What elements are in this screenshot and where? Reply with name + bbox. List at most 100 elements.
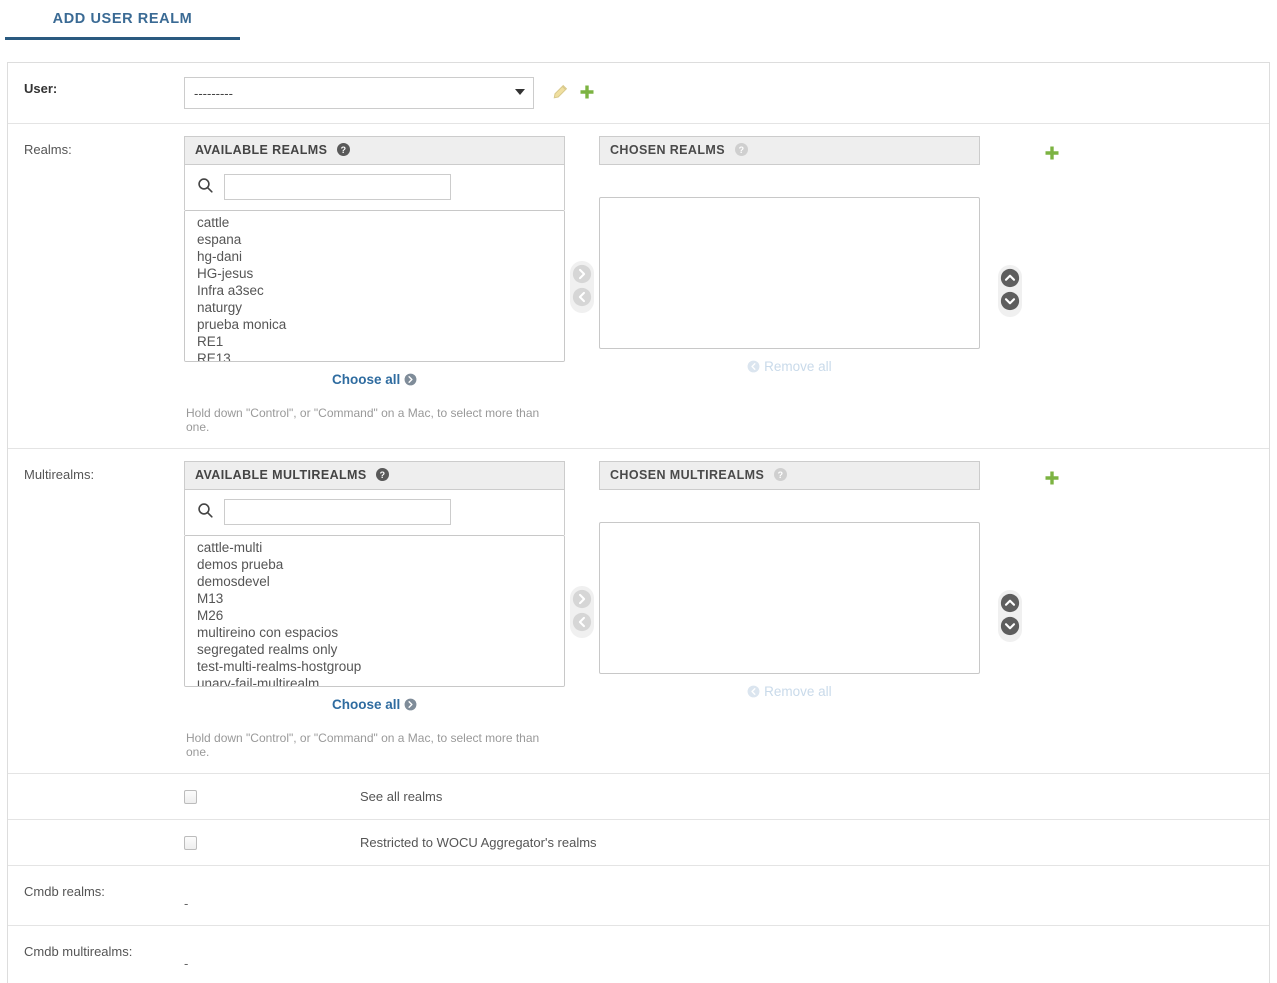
multirealms-transfer-arrows bbox=[565, 461, 599, 638]
svg-text:?: ? bbox=[778, 470, 784, 480]
realms-chooser: AVAILABLE REALMS ? cattle espana bbox=[184, 136, 1269, 434]
list-item[interactable]: M13 bbox=[185, 590, 564, 607]
user-select-wrap: --------- bbox=[184, 77, 534, 109]
realms-available-column: AVAILABLE REALMS ? cattle espana bbox=[184, 136, 565, 434]
realms-sort-arrows bbox=[980, 136, 1040, 317]
multirealms-add-new-column bbox=[1040, 461, 1269, 489]
user-field: --------- bbox=[184, 63, 1269, 123]
form-row-restricted: Restricted to WOCU Aggregator's realms bbox=[8, 820, 1269, 866]
realms-filter-input[interactable] bbox=[224, 174, 451, 200]
user-label: User: bbox=[24, 81, 58, 96]
multirealms-remove-all-wrap: Remove all bbox=[599, 674, 980, 701]
list-item[interactable]: test-multi-realms-hostgroup bbox=[185, 658, 564, 675]
realms-field: AVAILABLE REALMS ? cattle espana bbox=[184, 124, 1269, 448]
move-down-icon[interactable] bbox=[1000, 616, 1020, 639]
svg-text:?: ? bbox=[341, 145, 347, 155]
list-item[interactable]: RE1 bbox=[185, 333, 564, 350]
user-select[interactable]: --------- bbox=[184, 77, 534, 109]
move-up-icon[interactable] bbox=[1000, 593, 1020, 616]
svg-text:?: ? bbox=[738, 145, 744, 155]
realms-remove-all-link[interactable]: Remove all bbox=[747, 359, 832, 374]
list-item[interactable]: Infra a3sec bbox=[185, 282, 564, 299]
list-item[interactable]: demos prueba bbox=[185, 556, 564, 573]
multirealms-available-listbox[interactable]: cattle-multi demos prueba demosdevel M13… bbox=[184, 535, 565, 687]
list-item[interactable]: cattle-multi bbox=[185, 539, 564, 556]
realms-chosen-header: CHOSEN REALMS ? bbox=[599, 136, 980, 165]
list-item[interactable]: multireino con espacios bbox=[185, 624, 564, 641]
list-item[interactable]: demosdevel bbox=[185, 573, 564, 590]
tab-bar: ADD USER REALM bbox=[0, 0, 1277, 41]
form-row-realms: Realms: AVAILABLE REALMS ? Choose all Ho… bbox=[8, 124, 1269, 449]
realms-chosen-title: CHOSEN REALMS bbox=[610, 143, 725, 157]
move-up-icon[interactable] bbox=[1000, 268, 1020, 291]
realms-available-listbox[interactable]: cattle espana hg-dani HG-jesus Infra a3s… bbox=[184, 210, 565, 362]
multirealms-chosen-header: CHOSEN MULTIREALMS ? bbox=[599, 461, 980, 490]
multirealms-chosen-column: CHOSEN MULTIREALMS ? Remove all bbox=[599, 461, 980, 701]
see-all-realms-field: See all realms bbox=[184, 774, 1269, 819]
form-row-see-all-realms: See all realms bbox=[8, 774, 1269, 820]
help-icon[interactable]: ? bbox=[734, 143, 748, 159]
help-icon[interactable]: ? bbox=[376, 468, 390, 484]
restricted-checkbox[interactable] bbox=[184, 835, 197, 850]
move-left-icon[interactable] bbox=[572, 612, 592, 635]
move-left-icon[interactable] bbox=[572, 287, 592, 310]
help-icon[interactable]: ? bbox=[337, 143, 351, 159]
restricted-empty-label bbox=[8, 820, 184, 865]
multirealms-available-title: AVAILABLE MULTIREALMS bbox=[195, 468, 367, 482]
list-item[interactable]: prueba monica bbox=[185, 316, 564, 333]
multirealms-remove-all-label: Remove all bbox=[764, 684, 832, 699]
restricted-label: Restricted to WOCU Aggregator's realms bbox=[360, 835, 597, 850]
realms-choose-all-link[interactable]: Choose all bbox=[332, 372, 417, 387]
realms-chosen-listbox[interactable] bbox=[599, 197, 980, 349]
list-item[interactable]: RE13 bbox=[185, 350, 564, 362]
plus-icon[interactable] bbox=[579, 84, 595, 103]
plus-icon[interactable] bbox=[1044, 471, 1060, 489]
multirealms-sort-arrows bbox=[980, 461, 1040, 642]
multirealms-choose-all-label: Choose all bbox=[331, 697, 401, 712]
multirealms-chooser: AVAILABLE MULTIREALMS ? cattle-multi d bbox=[184, 461, 1269, 759]
list-item[interactable]: espana bbox=[185, 231, 564, 248]
svg-text:?: ? bbox=[380, 470, 386, 480]
multirealms-filter-input[interactable] bbox=[224, 499, 451, 525]
tab-add-user-realm[interactable]: ADD USER REALM bbox=[5, 0, 240, 41]
realms-available-header: AVAILABLE REALMS ? bbox=[184, 136, 565, 165]
realms-filter-bar bbox=[184, 165, 565, 210]
move-right-icon[interactable] bbox=[572, 589, 592, 612]
multirealms-chosen-listbox[interactable] bbox=[599, 522, 980, 674]
list-item[interactable]: unary-fail-multirealm bbox=[185, 675, 564, 687]
multirealms-label: Multirealms: bbox=[24, 467, 95, 482]
multirealms-remove-all-link[interactable]: Remove all bbox=[747, 684, 832, 701]
restricted-field: Restricted to WOCU Aggregator's realms bbox=[184, 820, 1269, 865]
list-item[interactable]: segregated realms only bbox=[185, 641, 564, 658]
move-down-icon[interactable] bbox=[1000, 291, 1020, 314]
cmdb-realms-value: - bbox=[184, 896, 189, 911]
form-row-multirealms: Multirealms: AVAILABLE MULTIREALMS ? Cho… bbox=[8, 449, 1269, 774]
list-item[interactable]: naturgy bbox=[185, 299, 564, 316]
list-item[interactable]: hg-dani bbox=[185, 248, 564, 265]
see-all-realms-checkbox[interactable] bbox=[184, 789, 197, 804]
list-item[interactable]: HG-jesus bbox=[185, 265, 564, 282]
arrow-right-circle-icon bbox=[404, 698, 417, 714]
pencil-icon[interactable] bbox=[552, 84, 568, 103]
cmdb-multirealms-label: Cmdb multirealms: bbox=[24, 944, 133, 959]
realms-label: Realms: bbox=[24, 142, 72, 157]
realms-transfer-arrows bbox=[565, 136, 599, 313]
multirealms-field: AVAILABLE MULTIREALMS ? cattle-multi d bbox=[184, 449, 1269, 773]
help-icon[interactable]: ? bbox=[774, 468, 788, 484]
arrow-left-circle-icon bbox=[747, 685, 764, 701]
multirealms-choose-all-link[interactable]: Choose all bbox=[332, 697, 417, 712]
realms-remove-all-wrap: Remove all bbox=[599, 349, 980, 376]
multirealms-choose-all-wrap: Choose all bbox=[184, 687, 565, 714]
realms-choose-all-wrap: Choose all bbox=[184, 362, 565, 389]
plus-icon[interactable] bbox=[1044, 146, 1060, 164]
realms-available-title: AVAILABLE REALMS bbox=[195, 143, 328, 157]
form-row-cmdb-multirealms: Cmdb multirealms: - bbox=[8, 926, 1269, 983]
multirealms-available-header: AVAILABLE MULTIREALMS ? bbox=[184, 461, 565, 490]
cmdb-realms-field: - bbox=[184, 866, 1269, 925]
list-item[interactable]: cattle bbox=[185, 214, 564, 231]
move-right-icon[interactable] bbox=[572, 264, 592, 287]
cmdb-multirealms-value: - bbox=[184, 956, 189, 971]
list-item[interactable]: M26 bbox=[185, 607, 564, 624]
form-panel: User: --------- Realms: AVAILABLE REALMS… bbox=[7, 62, 1270, 983]
tab-label: ADD USER REALM bbox=[52, 11, 193, 27]
